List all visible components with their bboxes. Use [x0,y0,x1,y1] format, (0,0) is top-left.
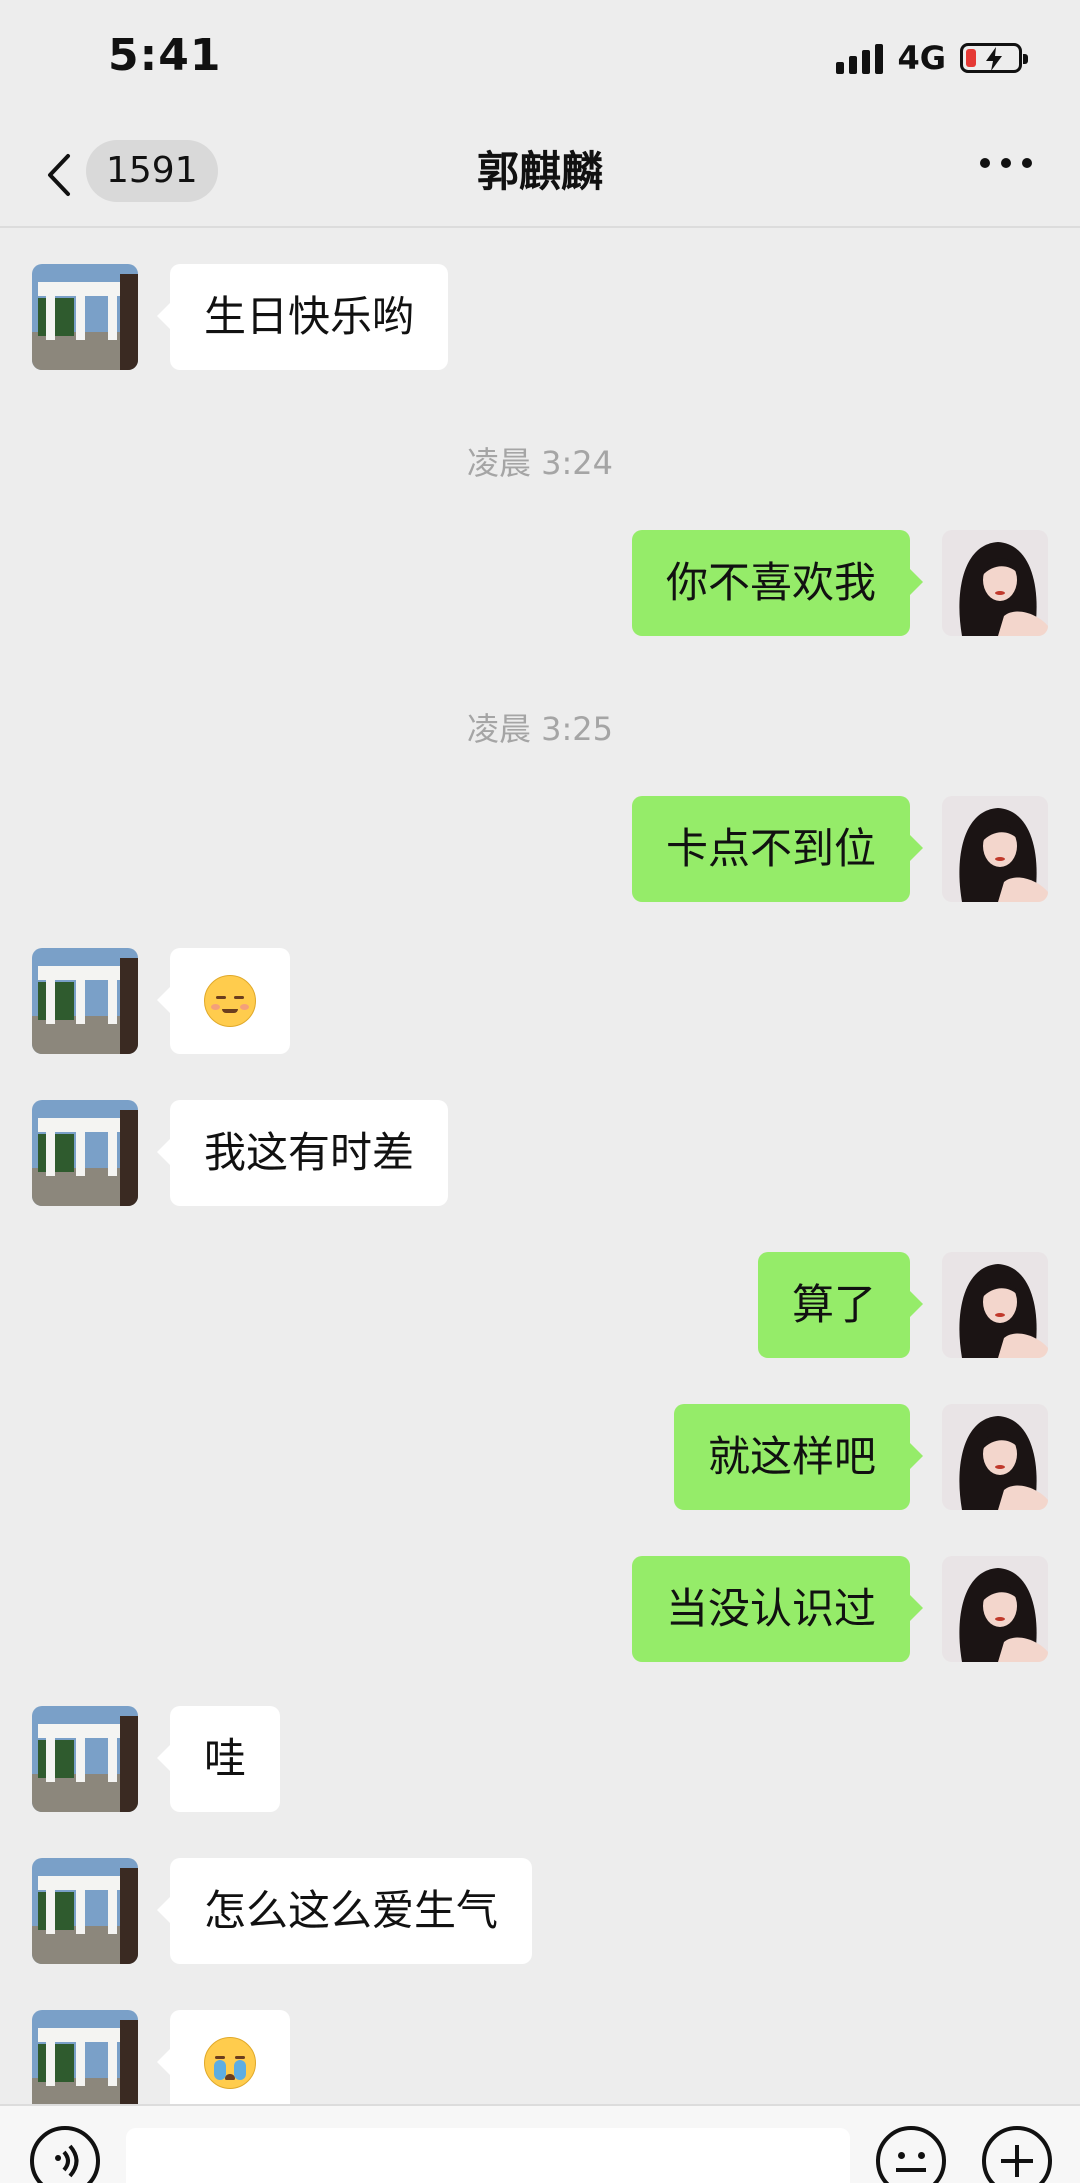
message-bubble[interactable]: 我这有时差 [156,1100,449,1206]
battery-icon [960,43,1028,73]
smiling-face-emoji [204,974,256,1027]
status-indicators: 4G [836,38,1028,78]
message-outgoing: 算了 [0,1252,1080,1362]
self-avatar[interactable] [942,796,1048,902]
message-incoming: 我这有时差 [0,1100,1080,1210]
timestamp: 凌晨 3:25 [466,710,614,748]
signal-icon [836,42,884,74]
message-bubble[interactable]: 就这样吧 [673,1404,924,1510]
message-outgoing: 当没认识过 [0,1556,1080,1666]
message-input[interactable] [126,2128,850,2183]
network-type: 4G [897,39,946,77]
chat-area[interactable]: 生日快乐哟 凌晨 3:24 你不喜欢我 凌晨 3:25 卡点不到位 我这有时差 … [0,228,1080,2104]
chat-title: 郭麒麟 [476,147,603,196]
contact-avatar[interactable] [32,1858,138,1964]
plus-icon[interactable] [982,2126,1052,2183]
message-bubble[interactable]: 算了 [757,1252,924,1358]
message-bubble[interactable]: 你不喜欢我 [631,530,924,636]
chat-header: 1591 郭麒麟 [0,120,1080,228]
voice-input-icon[interactable] [30,2126,100,2183]
status-time: 5:41 [108,30,222,81]
input-bar [0,2104,1080,2183]
crying-face-emoji [204,2036,256,2089]
message-incoming: 哇 [0,1706,1080,1816]
message-outgoing: 卡点不到位 [0,796,1080,906]
emoji-icon[interactable] [876,2126,946,2183]
message-incoming [0,2010,1080,2104]
self-avatar[interactable] [942,1252,1048,1358]
message-bubble[interactable]: 卡点不到位 [631,796,924,902]
message-incoming: 怎么这么爱生气 [0,1858,1080,1968]
message-outgoing: 就这样吧 [0,1404,1080,1514]
message-bubble[interactable]: 生日快乐哟 [156,264,449,370]
self-avatar[interactable] [942,530,1048,636]
message-incoming [0,948,1080,1058]
contact-avatar[interactable] [32,1706,138,1812]
message-bubble[interactable]: 哇 [156,1706,281,1812]
message-bubble[interactable] [157,948,290,1054]
contact-avatar[interactable] [32,1100,138,1206]
message-incoming: 生日快乐哟 [0,264,1080,374]
contact-avatar[interactable] [32,264,138,370]
message-outgoing: 你不喜欢我 [0,530,1080,640]
contact-avatar[interactable] [32,948,138,1054]
contact-avatar[interactable] [32,2010,138,2104]
self-avatar[interactable] [942,1556,1048,1662]
self-avatar[interactable] [942,1404,1048,1510]
timestamp: 凌晨 3:24 [466,444,614,482]
message-bubble[interactable]: 怎么这么爱生气 [156,1858,533,1964]
status-bar: 5:41 4G [0,0,1080,120]
message-bubble[interactable]: 当没认识过 [631,1556,924,1662]
more-options-icon[interactable] [980,158,1032,168]
message-bubble[interactable] [157,2010,290,2104]
